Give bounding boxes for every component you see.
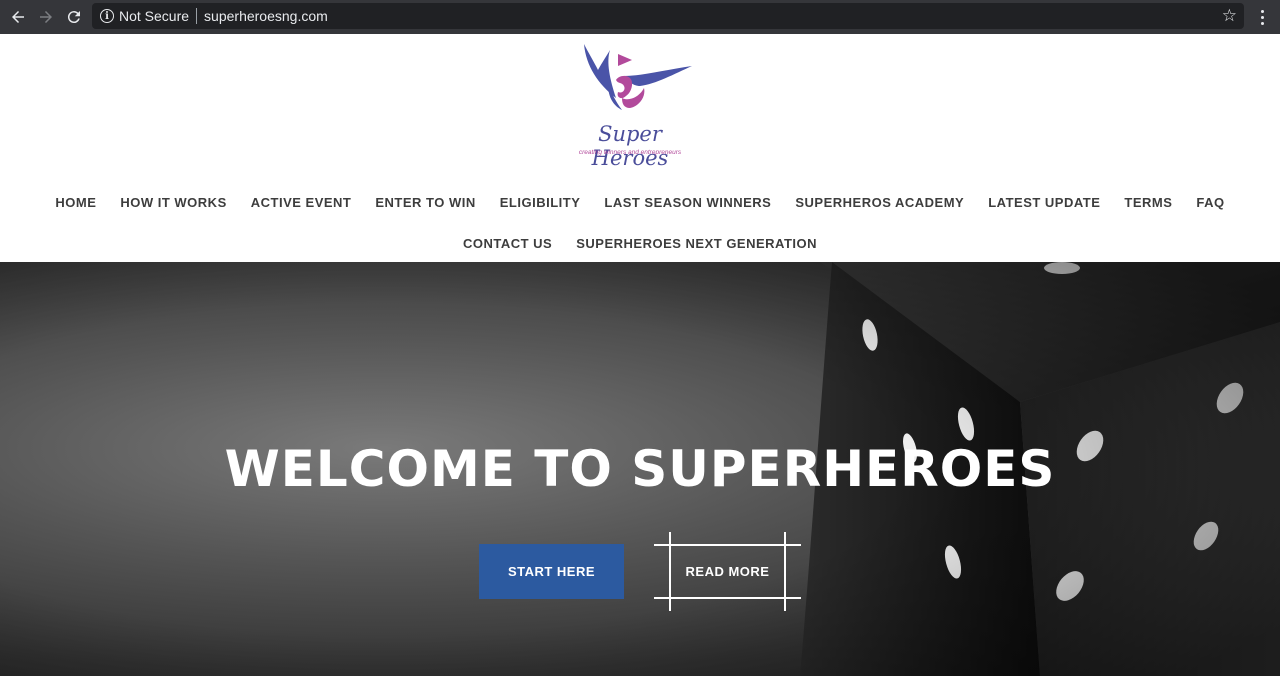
hero-banner: WELCOME TO SUPERHEROES START HERE READ M… (0, 262, 1280, 676)
nav-item-superheros-academy[interactable]: SUPERHEROS ACADEMY (783, 195, 976, 210)
nav-item-active-event[interactable]: ACTIVE EVENT (239, 195, 364, 210)
nav-item-home[interactable]: HOME (43, 195, 108, 210)
logo-title: Super Heroes (591, 122, 669, 170)
url-text[interactable]: superheroesng.com (204, 8, 328, 24)
nav-row-1: HOME HOW IT WORKS ACTIVE EVENT ENTER TO … (0, 182, 1280, 223)
security-status[interactable]: Not Secure (119, 8, 189, 24)
nav-item-terms[interactable]: TERMS (1112, 195, 1184, 210)
read-more-label: READ MORE (685, 564, 770, 579)
nav-item-last-season-winners[interactable]: LAST SEASON WINNERS (592, 195, 783, 210)
site-logo[interactable]: Super Heroes creating winners and entrep… (560, 40, 700, 170)
start-here-button[interactable]: START HERE (479, 544, 624, 599)
nav-item-how-it-works[interactable]: HOW IT WORKS (108, 195, 238, 210)
nav-item-superheroes-next-generation[interactable]: SUPERHEROES NEXT GENERATION (564, 236, 829, 251)
main-navigation: HOME HOW IT WORKS ACTIVE EVENT ENTER TO … (0, 182, 1280, 264)
nav-item-contact-us[interactable]: CONTACT US (451, 236, 564, 251)
read-more-button[interactable]: READ MORE (654, 532, 801, 611)
browser-toolbar: i Not Secure superheroesng.com ☆ (0, 0, 1280, 34)
site-header: Super Heroes creating winners and entrep… (0, 34, 1280, 262)
reload-icon[interactable] (60, 3, 88, 31)
kebab-menu-icon[interactable] (1252, 7, 1272, 27)
forward-arrow-icon[interactable] (32, 3, 60, 31)
address-bar[interactable]: i Not Secure superheroesng.com ☆ (92, 3, 1244, 29)
star-icon[interactable]: ☆ (1222, 6, 1237, 26)
logo-emblem-icon (584, 44, 692, 110)
nav-item-eligibility[interactable]: ELIGIBILITY (488, 195, 593, 210)
back-arrow-icon[interactable] (4, 3, 32, 31)
info-icon[interactable]: i (100, 9, 114, 23)
hero-title: WELCOME TO SUPERHEROES (224, 440, 1056, 498)
nav-row-2: CONTACT US SUPERHEROES NEXT GENERATION (0, 223, 1280, 264)
nav-item-faq[interactable]: FAQ (1184, 195, 1236, 210)
nav-item-latest-update[interactable]: LATEST UPDATE (976, 195, 1112, 210)
logo-tagline: creating winners and entrepreneurs (578, 149, 682, 156)
nav-item-enter-to-win[interactable]: ENTER TO WIN (363, 195, 487, 210)
omnibox-divider (196, 8, 198, 24)
